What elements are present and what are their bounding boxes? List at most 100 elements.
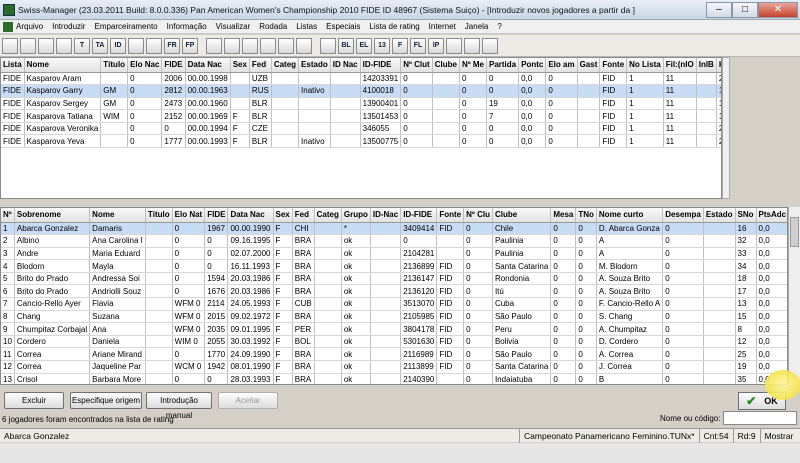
column-header[interactable]: Fil:(nIO [663, 58, 697, 73]
toolbar-button-6[interactable]: TA [92, 37, 108, 54]
column-header[interactable]: Fed [292, 208, 315, 223]
table-row[interactable]: 7 Cancio-Rello Ayer Flavia WFM 0 2114 24.05.1… [1, 297, 787, 311]
menu-introduzir[interactable]: Introduzir [52, 22, 85, 31]
column-header[interactable]: Mesa [550, 208, 577, 223]
column-header[interactable]: Sobrenome [14, 208, 91, 223]
toolbar-button-12[interactable] [206, 37, 222, 54]
column-header[interactable]: Sex [230, 58, 250, 73]
menu-arquivo[interactable]: Arquivo [16, 22, 43, 31]
column-header[interactable]: Estado [703, 208, 736, 223]
toolbar-button-5[interactable]: T [74, 37, 90, 54]
introducao-manual-button[interactable]: Introdução manual [146, 392, 212, 420]
table-row[interactable]: 13 Crisol Barbara More 0 0 28.03.1993 F BRA ok 21… [1, 373, 787, 384]
table-row[interactable]: 8 Chang Suzana WFM 0 2015 09.02.1972 F BRA ok 210… [1, 310, 787, 324]
players-scrollbar[interactable] [788, 207, 800, 385]
column-header[interactable]: Título [100, 58, 129, 73]
rating-list-scrollbar[interactable] [722, 57, 730, 199]
maximize-button[interactable]: □ [732, 1, 758, 18]
column-header[interactable]: Nº [1, 208, 15, 223]
table-row[interactable]: FIDE Kasparova Veronika 0 0 00.00.1994 F CZE 34… [1, 122, 721, 136]
toolbar-button-4[interactable] [56, 37, 72, 54]
table-row[interactable]: 1 Abarca Gonzalez Damaris 0 1967 00.00.1990 F C… [1, 222, 787, 236]
column-header[interactable]: Categ [271, 58, 300, 73]
column-header[interactable]: Fonte [436, 208, 465, 223]
toolbar-button-19[interactable]: BL [338, 37, 354, 54]
toolbar-button-7[interactable]: ID [110, 37, 126, 54]
table-row[interactable]: 12 Correa Jaqueline Par WCM 0 1942 08.01.1990… [1, 360, 787, 374]
column-header[interactable]: Partida [486, 58, 520, 73]
column-header[interactable]: ID Nac [330, 58, 361, 73]
column-header[interactable]: ID-FIDE [360, 58, 402, 73]
toolbar-button-23[interactable]: FL [410, 37, 426, 54]
column-header[interactable]: Clube [432, 58, 460, 73]
menu-visualizar[interactable]: Visualizar [216, 22, 251, 31]
table-row[interactable]: FIDE Kasparov Garry GM 0 2812 00.00.1963 RUS In… [1, 84, 721, 98]
search-input[interactable] [723, 411, 797, 425]
menu-janela[interactable]: Janela [465, 22, 489, 31]
toolbar-button-3[interactable] [38, 37, 54, 54]
menu-emparceiramento[interactable]: Emparceiramento [94, 22, 157, 31]
toolbar-button-10[interactable]: FR [164, 37, 180, 54]
column-header[interactable]: Data Nac [185, 58, 231, 73]
column-header[interactable]: Categ [314, 208, 342, 223]
table-row[interactable]: 6 Brito do Prado Andriolli Souz 0 1676 20.03.… [1, 284, 787, 299]
column-header[interactable]: Pontc [518, 58, 547, 73]
column-header[interactable]: ID-FIDE [400, 208, 438, 223]
column-header[interactable]: FIDE [204, 208, 229, 223]
toolbar-button-21[interactable]: 13 [374, 37, 390, 54]
column-header[interactable]: FIDE [161, 58, 186, 73]
column-header[interactable]: Nº Clut [400, 58, 433, 73]
mostrar[interactable]: Mostrar [761, 429, 798, 443]
table-row[interactable]: 11 Correa Ariane Mirand 0 1770 24.09.1990 F BRA… [1, 347, 787, 362]
toolbar-button-2[interactable] [20, 37, 36, 54]
table-row[interactable]: 3 Andre Maria Eduard 0 0 02.07.2000 F BRA ok 2104… [1, 247, 787, 261]
column-header[interactable]: TNo [575, 208, 597, 223]
column-header[interactable]: Fonte [599, 58, 628, 73]
column-header[interactable]: Nº Clu [463, 208, 493, 223]
column-header[interactable]: SNo [735, 208, 757, 223]
table-row[interactable]: 2 Albino Ana Carolina I 0 0 09.16.1995 F BRA ok 0… [1, 234, 787, 248]
menu-especiais[interactable]: Especiais [326, 22, 360, 31]
column-header[interactable]: Lista [1, 58, 25, 73]
column-header[interactable]: Nome [89, 208, 146, 223]
toolbar-button-20[interactable]: EL [356, 37, 372, 54]
toolbar-button-25[interactable] [446, 37, 462, 54]
column-header[interactable]: No Lista [626, 58, 664, 73]
table-row[interactable]: FIDE Kasparov Aram 0 2006 00.00.1998 UZB 14203… [1, 72, 721, 86]
toolbar-button-15[interactable] [260, 37, 276, 54]
column-header[interactable]: Gast [577, 58, 601, 73]
table-row[interactable]: 9 Chumpitaz Corbajal Ana WFM 0 2035 09.01.199… [1, 322, 787, 336]
column-header[interactable]: Grupo [341, 208, 371, 223]
column-header[interactable]: Data Nac [227, 208, 274, 223]
column-header[interactable]: Elo Nac [127, 58, 163, 73]
toolbar-button-13[interactable] [224, 37, 240, 54]
toolbar-button-17[interactable] [296, 37, 312, 54]
column-header[interactable]: Nome curto [596, 208, 664, 223]
toolbar-button-1[interactable] [2, 37, 18, 54]
toolbar-button-16[interactable] [278, 37, 294, 54]
column-header[interactable]: Elo Nat [172, 208, 206, 223]
table-row[interactable]: 5 Brito do Prado Andressa Soi 0 1594 20.03.19… [1, 272, 787, 286]
column-header[interactable]: Nº Me [459, 58, 487, 73]
excluir-button[interactable]: Excluir [4, 392, 64, 409]
table-row[interactable]: 4 Blodorn Mayla 0 0 16.11.1993 F BRA ok 2136899 FI… [1, 259, 787, 273]
toolbar-button-26[interactable] [464, 37, 480, 54]
column-header[interactable]: Desempa [662, 208, 704, 223]
toolbar-button-27[interactable] [482, 37, 498, 54]
column-header[interactable]: InlB [696, 58, 717, 73]
minimize-button[interactable]: – [706, 1, 732, 18]
column-header[interactable]: PtsAdc [756, 208, 787, 223]
menu-lista-de-rating[interactable]: Lista de rating [369, 22, 419, 31]
close-button[interactable]: ✕ [758, 1, 798, 18]
toolbar-button-24[interactable]: IP [428, 37, 444, 54]
table-row[interactable]: FIDE Kasparova Yeva 0 1777 00.00.1993 F BLR Ina… [1, 134, 721, 149]
aceitar-button[interactable]: Aceitar [218, 392, 278, 409]
menu-help[interactable]: ? [497, 22, 501, 31]
menu-rodada[interactable]: Rodada [259, 22, 287, 31]
column-header[interactable]: Fed [249, 58, 272, 73]
toolbar-button-9[interactable] [146, 37, 162, 54]
menu-listas[interactable]: Listas [296, 22, 317, 31]
menu-informacao[interactable]: Informação [167, 22, 207, 31]
column-header[interactable]: Elo am [545, 58, 578, 73]
column-header[interactable]: Sex [273, 208, 293, 223]
